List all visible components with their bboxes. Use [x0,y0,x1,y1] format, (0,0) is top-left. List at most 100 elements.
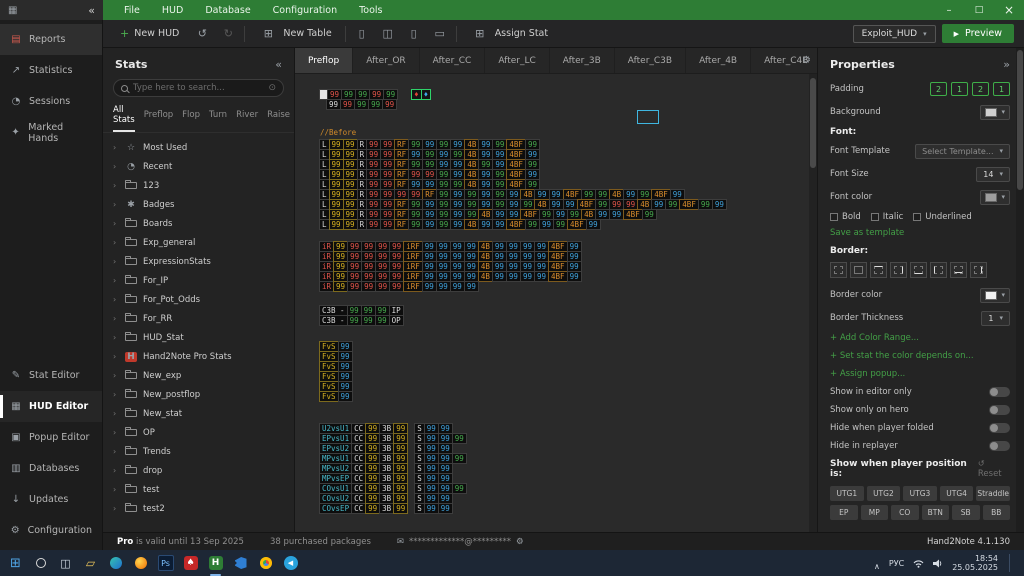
stat-cell[interactable]: 99 [464,281,479,292]
stat-cell[interactable]: 99 [338,391,353,402]
stat-cell[interactable]: 99 [366,219,381,230]
stat-cell[interactable]: 99 [361,281,376,292]
menu-item[interactable]: Database [194,0,261,20]
background-color-picker[interactable] [980,105,1010,120]
property-action-link[interactable]: + Assign popup... [830,369,1010,379]
account-settings-gear-icon[interactable] [516,537,524,547]
taskbar-app-icon[interactable] [54,552,77,574]
menu-item[interactable]: HUD [151,0,194,20]
language-indicator[interactable]: РУС [889,559,904,568]
border-thickness-select[interactable]: 1 [981,311,1010,326]
stat-cell[interactable]: 99 [347,281,362,292]
stat-cell[interactable]: 99 [436,281,451,292]
stat-cell[interactable]: CC [351,503,366,514]
stat-cell[interactable]: 99 [553,219,568,230]
stat-cell[interactable]: 99 [665,199,680,210]
position-button[interactable]: SB [952,505,980,520]
property-action-link[interactable]: + Set stat the color depends on... [830,351,1010,361]
stat-cell[interactable]: 99 [698,199,713,210]
stat-cell[interactable]: ♦ [421,89,432,100]
taskbar-app-icon[interactable] [179,552,202,574]
stat-cell[interactable]: 4B [464,219,479,230]
taskbar-clock[interactable]: 18:54 25.05.2025 [952,554,998,572]
sidebar-item-statistics[interactable]: Statistics [0,55,102,86]
stat-cell[interactable]: 99 [642,209,657,220]
stat-cell[interactable]: 3B [379,503,394,514]
player-panel-icon[interactable] [352,27,372,40]
taskbar-app-icon[interactable] [254,552,277,574]
menu-item[interactable]: File [113,0,151,20]
close-button[interactable] [994,0,1024,20]
border-style-button[interactable] [890,262,907,278]
sidebar-item-popup-editor[interactable]: Popup Editor [0,422,102,453]
stat-cell[interactable]: 99 [375,315,390,326]
assign-stat-button[interactable]: Assign Stat [463,24,555,43]
stat-cell[interactable]: 99 [393,503,408,514]
stats-tree-item[interactable]: Trends [103,442,294,461]
taskbar-app-icon[interactable] [129,552,152,574]
stats-tree-item[interactable]: For_IP [103,271,294,290]
canvas-tab[interactable]: After_3B [550,48,615,73]
position-button[interactable]: UTG1 [830,486,864,501]
position-button[interactable]: UTG4 [940,486,974,501]
canvas-settings-gear-icon[interactable] [802,48,811,73]
stat-cell[interactable]: 99 [340,99,355,110]
stat-cell[interactable]: RF [394,219,409,230]
stat-cell[interactable]: 4BF [567,219,587,230]
stats-tree-item[interactable]: test2 [103,499,294,518]
position-button[interactable]: UTG2 [867,486,901,501]
maximize-button[interactable] [964,0,994,20]
sidebar-item-configuration[interactable]: Configuration [0,515,102,546]
padding-value-input[interactable]: 1 [951,82,968,96]
stats-tree-item[interactable]: Hand2Note Pro Stats [103,347,294,366]
taskbar-app-icon[interactable] [279,552,302,574]
wifi-icon[interactable] [913,559,924,568]
stat-cell[interactable]: 99 [329,219,344,230]
toggle-switch[interactable] [989,441,1010,451]
stats-tree-item[interactable]: Badges [103,195,294,214]
font-size-select[interactable]: 14 [976,167,1010,182]
stat-cell[interactable]: COvsEP [319,503,352,514]
new-hud-button[interactable]: New HUD [113,24,186,43]
stat-cell[interactable]: 99 [438,503,453,514]
stat-cell[interactable]: 99 [343,219,358,230]
stat-cell[interactable]: 99 [408,219,423,230]
stats-tab[interactable]: Raise [267,110,290,127]
taskbar-app-icon[interactable] [104,552,127,574]
taskbar-app-icon[interactable] [229,552,252,574]
stats-tree-item[interactable]: New_postflop [103,385,294,404]
stat-cell[interactable]: 4BF [506,219,526,230]
stat-cell[interactable]: 99 [492,271,507,282]
border-style-button[interactable] [910,262,927,278]
show-desktop-strip[interactable] [1009,554,1012,572]
stats-tree-item[interactable]: 123 [103,176,294,195]
padding-value-input[interactable]: 1 [993,82,1010,96]
stats-tree-item[interactable]: New_stat [103,404,294,423]
properties-scrollbar-thumb[interactable] [1017,50,1023,190]
stat-cell[interactable]: C3B - [319,315,348,326]
stat-cell[interactable]: 4BF [623,209,643,220]
stat-cell[interactable]: iRF [403,281,423,292]
stat-cell[interactable]: 99 [452,453,467,464]
sidebar-item-hud-editor[interactable]: HUD Editor [0,391,102,422]
toggle-switch[interactable] [989,387,1010,397]
stat-cell[interactable]: 99 [478,219,493,230]
stat-cell[interactable]: 99 [436,219,451,230]
font-style-checkbox[interactable]: Underlined [913,212,971,222]
toggle-switch[interactable] [989,405,1010,415]
stat-cell[interactable]: 99 [567,271,582,282]
stat-cell[interactable]: iR [319,281,334,292]
stat-cell[interactable]: 99 [452,433,467,444]
canvas-tab[interactable]: After_OR [353,48,419,73]
stats-tab[interactable]: All Stats [113,105,135,132]
position-button[interactable]: UTG3 [903,486,937,501]
save-as-template-link[interactable]: Save as template [830,228,1010,238]
sidebar-collapse-icon[interactable]: « [88,4,95,17]
undo-icon[interactable] [192,27,212,40]
stat-cell[interactable]: 99 [525,219,540,230]
stat-cell[interactable]: OP [389,315,404,326]
sidebar-item-databases[interactable]: Databases [0,453,102,484]
stat-cell[interactable]: 4BF [679,199,699,210]
border-color-picker[interactable] [980,288,1010,303]
stats-tree-item[interactable]: New_exp [103,366,294,385]
